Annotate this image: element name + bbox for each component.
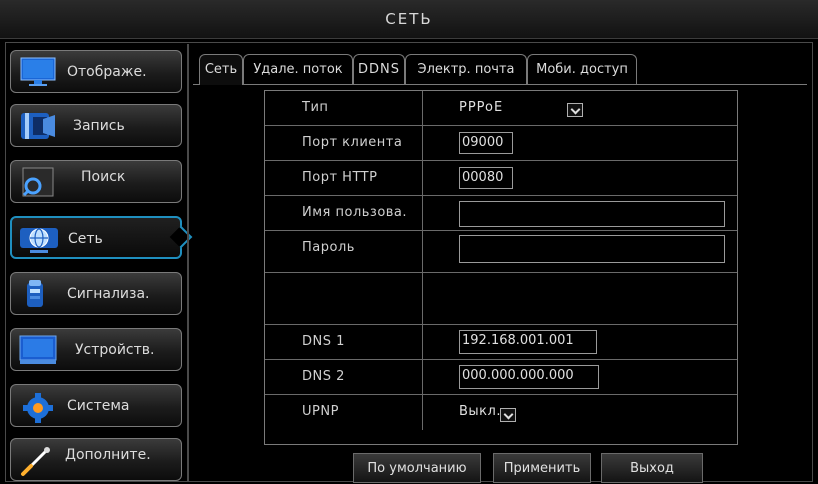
sidebar: Отображе. Запись Поиск Сеть Сигнализа. У… <box>10 50 188 481</box>
sidebar-item-label: Поиск <box>81 169 126 185</box>
row-password: Пароль <box>265 231 737 273</box>
http-port-label: Порт HTTP <box>265 161 423 195</box>
row-type: Тип PPPoE <box>265 91 737 126</box>
film-icon <box>17 109 59 143</box>
client-port-input[interactable]: 09000 <box>459 132 513 154</box>
exit-button[interactable]: Выход <box>601 453 703 483</box>
tab-email[interactable]: Электр. почта <box>405 54 527 84</box>
sidebar-item-label: Устройств. <box>75 342 155 358</box>
row-client-port: Порт клиента 09000 <box>265 126 737 161</box>
window-title: СЕТЬ <box>0 0 818 39</box>
apply-button[interactable]: Применить <box>493 453 591 483</box>
sidebar-item-label: Дополните. <box>65 447 151 463</box>
type-label: Тип <box>265 91 423 125</box>
sidebar-item-advanced[interactable]: Дополните. <box>10 438 182 481</box>
device-icon <box>17 333 59 367</box>
monitor-icon <box>17 55 59 89</box>
sidebar-item-display[interactable]: Отображе. <box>10 50 182 93</box>
row-spacer <box>265 273 737 325</box>
spacer-cell <box>265 273 423 324</box>
sidebar-item-label: Отображе. <box>67 64 147 80</box>
network-settings-panel: Сеть Удале. поток DDNS Электр. почта Моб… <box>193 50 807 483</box>
username-label: Имя пользова. <box>265 196 423 230</box>
client-port-label: Порт клиента <box>265 126 423 160</box>
sidebar-item-devices[interactable]: Устройств. <box>10 328 182 371</box>
network-form: Тип PPPoE Порт клиента 09000 Порт HTTP 0… <box>264 90 738 445</box>
sidebar-item-alarm[interactable]: Сигнализа. <box>10 272 182 315</box>
tab-remote-stream[interactable]: Удале. поток <box>243 54 353 84</box>
row-http-port: Порт HTTP 00080 <box>265 161 737 196</box>
sidebar-item-label: Запись <box>73 118 125 134</box>
chevron-down-icon[interactable] <box>567 103 583 117</box>
dns2-input[interactable]: 000.000.000.000 <box>459 365 599 389</box>
password-input[interactable] <box>459 235 725 263</box>
sidebar-item-label: Система <box>67 398 130 414</box>
sidebar-item-system[interactable]: Система <box>10 384 182 427</box>
upnp-select-value[interactable]: Выкл. <box>459 395 501 429</box>
sidebar-item-record[interactable]: Запись <box>10 104 182 147</box>
tab-ddns[interactable]: DDNS <box>353 54 405 84</box>
dns1-label: DNS 1 <box>265 325 423 359</box>
default-button[interactable]: По умолчанию <box>353 453 481 483</box>
password-label: Пароль <box>265 231 423 272</box>
tab-network[interactable]: Сеть <box>199 54 243 85</box>
tab-mobile-access[interactable]: Моби. доступ <box>527 54 637 84</box>
gear-icon <box>17 389 59 423</box>
tab-bar: Сеть Удале. поток DDNS Электр. почта Моб… <box>193 50 807 85</box>
dns1-input[interactable]: 192.168.001.001 <box>459 330 597 354</box>
row-username: Имя пользова. <box>265 196 737 231</box>
http-port-input[interactable]: 00080 <box>459 167 513 189</box>
username-input[interactable] <box>459 201 725 227</box>
globe-icon <box>18 222 60 256</box>
dns2-label: DNS 2 <box>265 360 423 394</box>
type-select-value[interactable]: PPPoE <box>459 91 503 125</box>
upnp-label: UPNP <box>265 395 423 430</box>
sidebar-item-search[interactable]: Поиск <box>10 160 182 203</box>
row-upnp: UPNP Выкл. <box>265 395 737 430</box>
wrench-icon <box>17 443 59 477</box>
sidebar-item-label: Сеть <box>68 231 103 247</box>
alarm-icon <box>17 277 59 311</box>
sidebar-item-label: Сигнализа. <box>67 286 150 302</box>
search-icon <box>17 165 59 199</box>
chevron-down-icon[interactable] <box>500 408 516 422</box>
row-dns2: DNS 2 000.000.000.000 <box>265 360 737 395</box>
row-dns1: DNS 1 192.168.001.001 <box>265 325 737 360</box>
sidebar-item-network[interactable]: Сеть <box>10 216 182 259</box>
sidebar-divider <box>187 44 189 482</box>
